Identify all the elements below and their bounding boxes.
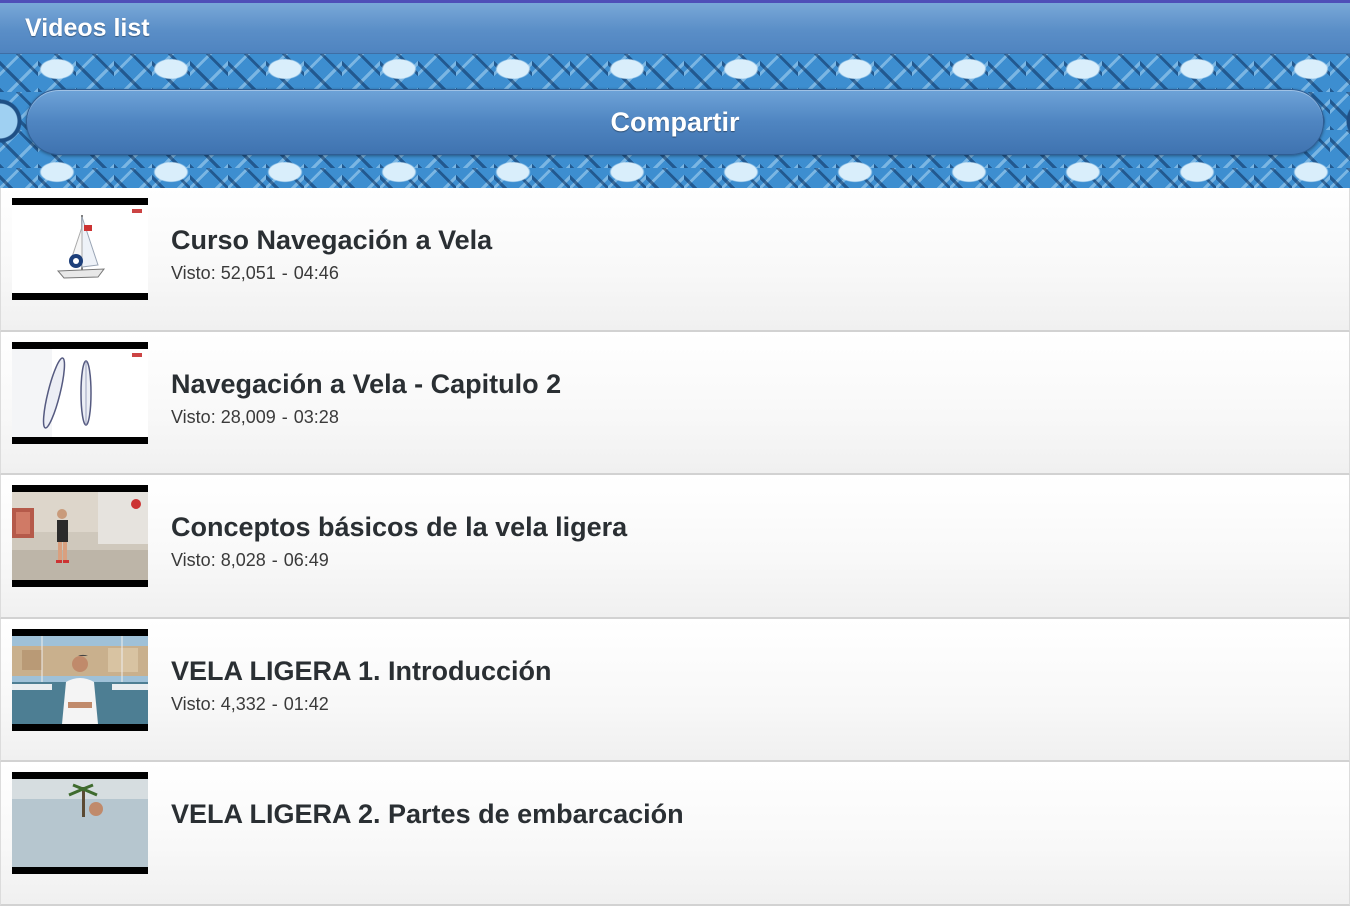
video-meta: Visto: 52,051-04:46 [171,263,339,283]
views-label: Visto: [171,693,216,714]
video-title: VELA LIGERA 1. Introducción [171,655,552,686]
page-title: Videos list [25,14,150,42]
sail-shapes-thumbnail [12,341,148,444]
view-count: 28,009 [220,406,276,427]
views-label: Visto: [171,550,216,570]
views-label: Visto: [171,406,216,427]
title-bar: Videos list [0,3,1350,54]
patterned-banner: Compartir [0,54,1350,188]
share-button[interactable]: Compartir [26,89,1324,155]
instructor-marina-thumbnail [12,628,148,731]
video-list-item[interactable]: VELA LIGERA 1. Introducción Visto: 4,332… [0,618,1350,762]
video-title: Navegación a Vela - Capitulo 2 [171,368,562,399]
share-button-label: Compartir [610,106,740,137]
video-list-item[interactable]: Navegación a Vela - Capitulo 2 Visto: 28… [0,331,1350,475]
video-duration: 06:49 [283,550,329,570]
view-count: 8,028 [220,550,266,570]
sailboat-diagram-thumbnail [12,198,148,300]
video-duration: 01:42 [283,693,329,714]
video-list-item[interactable]: Conceptos básicos de la vela ligera Vist… [0,475,1350,619]
video-meta: Visto: 8,028-06:49 [171,550,329,570]
video-title: Curso Navegación a Vela [171,225,493,255]
video-list-item[interactable]: VELA LIGERA 2. Partes de embarcación [0,762,1350,906]
video-duration: 04:46 [293,263,339,283]
view-count: 52,051 [220,263,276,283]
views-label: Visto: [171,263,216,283]
video-title: Conceptos básicos de la vela ligera [171,512,628,542]
instructor-dock-thumbnail [12,485,148,587]
video-list-item[interactable]: Curso Navegación a Vela Visto: 52,051-04… [0,188,1350,332]
video-meta: Visto: 4,332-01:42 [171,693,329,714]
instructor-palms-thumbnail [12,772,148,874]
video-meta: Visto: 28,009-03:28 [171,406,339,427]
view-count: 4,332 [220,693,266,714]
video-duration: 03:28 [293,406,339,427]
video-title: VELA LIGERA 2. Partes de embarcación [171,799,684,829]
video-list: Curso Navegación a Vela Visto: 52,051-04… [0,188,1350,906]
